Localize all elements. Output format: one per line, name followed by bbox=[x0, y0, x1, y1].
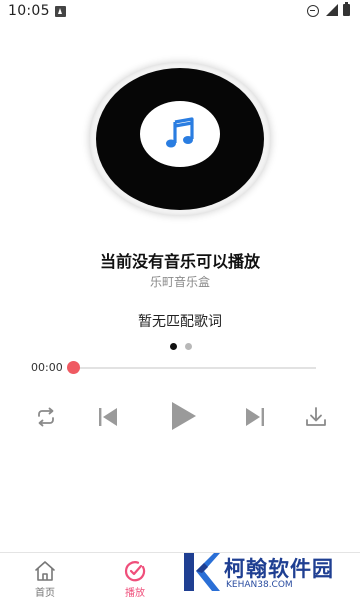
watermark-subtitle: KEHAN38.COM bbox=[226, 580, 293, 590]
notification-a-icon bbox=[55, 6, 66, 17]
play-disc-icon bbox=[124, 561, 146, 582]
pager-dot[interactable] bbox=[185, 343, 192, 350]
download-icon[interactable] bbox=[304, 405, 328, 429]
nav-item-home[interactable]: 首页 bbox=[23, 557, 67, 599]
pager-dot-active[interactable] bbox=[170, 343, 177, 350]
song-title: 当前没有音乐可以播放 bbox=[99, 252, 260, 271]
watermark-logo bbox=[184, 553, 220, 591]
skip-next-icon[interactable] bbox=[243, 405, 267, 429]
nav-label-home: 首页 bbox=[35, 588, 55, 599]
repeat-icon[interactable] bbox=[34, 405, 58, 429]
skip-previous-icon[interactable] bbox=[96, 405, 120, 429]
lyrics-text: 暂无匹配歌词 bbox=[138, 314, 222, 330]
do-not-disturb-icon bbox=[307, 5, 319, 17]
music-note-icon bbox=[166, 117, 194, 148]
nav-item-play[interactable]: 播放 bbox=[113, 557, 157, 599]
current-time: 00:00 bbox=[31, 361, 63, 374]
status-bar: 10:05 bbox=[0, 0, 360, 24]
progress-knob[interactable] bbox=[67, 361, 80, 374]
signal-icon bbox=[326, 4, 338, 16]
home-icon bbox=[35, 561, 55, 581]
status-time: 10:05 bbox=[8, 3, 50, 19]
nav-label-play: 播放 bbox=[125, 588, 145, 599]
artist-name: 乐町音乐盒 bbox=[149, 275, 210, 289]
watermark-title: 柯翰软件园 bbox=[224, 557, 334, 581]
progress-track[interactable] bbox=[73, 367, 316, 369]
battery-icon bbox=[343, 2, 350, 16]
play-icon[interactable] bbox=[168, 400, 198, 432]
watermark: 柯翰软件园 KEHAN38.COM bbox=[180, 549, 350, 595]
